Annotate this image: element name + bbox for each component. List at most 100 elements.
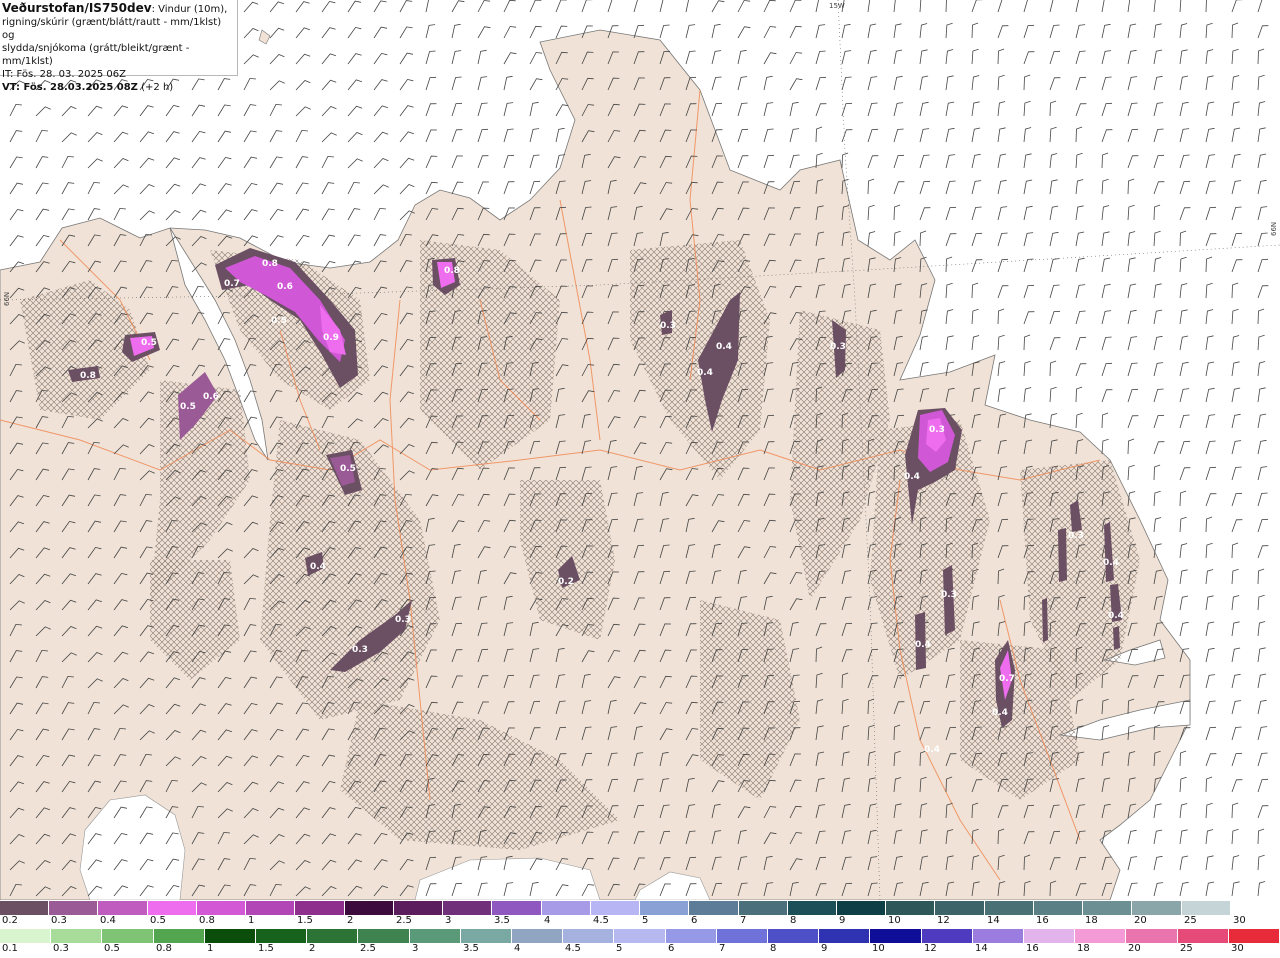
legend-label: 3.5	[463, 943, 479, 954]
legend-swatch	[344, 901, 394, 915]
legend-swatch	[1177, 929, 1229, 943]
legend-swatch	[768, 929, 820, 943]
legend-label: 7	[740, 915, 747, 926]
legend-swatch	[590, 901, 641, 915]
legend-label: 10	[872, 943, 885, 954]
precip-label: 0.2	[558, 577, 574, 587]
legend-swatch	[1126, 929, 1178, 943]
legend-swatch	[935, 901, 985, 915]
precip-label: 0.4	[915, 640, 931, 650]
precip-label: 0.3	[830, 342, 846, 352]
legend-label: 8	[790, 915, 797, 926]
legend-label: 20	[1134, 915, 1147, 926]
rain-legend-labels: 0.1 0.3 0.5 0.8 1 1.5 2 2.5 3 3.5 4 4.5 5 6 7 8 9 10 12 14 1…	[0, 943, 1280, 957]
legend-swatch	[738, 901, 788, 915]
legend-swatch	[98, 901, 148, 915]
legend-swatch	[563, 929, 615, 943]
grid-label-left: 66N	[3, 292, 11, 306]
legend-swatch	[1024, 929, 1076, 943]
legend-label: 5	[616, 943, 623, 954]
legend-label: 0.3	[53, 943, 69, 954]
legend-label: 25	[1180, 943, 1193, 954]
legend-swatch	[204, 929, 257, 943]
legend-swatch	[614, 929, 666, 943]
legend-label: 16	[1026, 943, 1039, 954]
legend-swatch	[460, 929, 513, 943]
legend-swatch	[886, 901, 936, 915]
precip-label: 0.7	[999, 674, 1015, 684]
legend-swatch	[102, 929, 154, 943]
snow-legend-labels: 0.2 0.3 0.4 0.5 0.8 1 1.5 2 2.5 3 3.5 4 4.5 5 6 7 8 9 10 12…	[0, 915, 1280, 929]
legend-swatch	[972, 929, 1025, 943]
legend-label: 0.5	[104, 943, 120, 954]
precip-label: 0.4	[697, 368, 713, 378]
precip-label: 0.4	[1108, 611, 1124, 621]
legend-swatch	[246, 901, 296, 915]
legend-label: 4.5	[593, 915, 609, 926]
legend-label: 5	[642, 915, 649, 926]
legend-label: 0.1	[2, 943, 18, 954]
legend-label: 7	[719, 943, 726, 954]
legend-swatch	[640, 901, 690, 915]
legend-label: 1.5	[258, 943, 274, 954]
precip-label: 0.4	[716, 342, 732, 352]
legend-swatch	[716, 929, 769, 943]
legend-label: 9	[821, 943, 828, 954]
legend-swatch	[307, 929, 359, 943]
legend-label: 6	[668, 943, 675, 954]
legend-label: 2.5	[360, 943, 376, 954]
legend-swatch	[49, 901, 99, 915]
legend-swatch	[1132, 901, 1182, 915]
legend-label: 8	[770, 943, 777, 954]
legend-label: 0.4	[100, 915, 116, 926]
precip-label: 0.4	[1103, 558, 1119, 568]
snow-color-legend	[0, 901, 1280, 915]
legend-swatch	[0, 901, 50, 915]
field-description: rigning/skúrir (grænt/blátt/rautt - mm/1…	[2, 17, 222, 41]
legend-label: 4.5	[565, 943, 581, 954]
legend-swatch	[819, 929, 871, 943]
precip-label: 0.3	[395, 615, 411, 625]
rain-color-legend	[0, 929, 1280, 943]
precip-label: 0.5	[180, 402, 196, 412]
precip-label: 0.3	[929, 425, 945, 435]
legend-label: 30	[1231, 943, 1244, 954]
field-description: slydda/snjókoma (grátt/bleikt/grænt - mm…	[2, 43, 190, 67]
legend-label: 2	[347, 915, 354, 926]
legend-swatch	[51, 929, 103, 943]
legend-swatch	[492, 901, 542, 915]
legend-swatch	[393, 901, 444, 915]
valid-time-offset: (+2 h)	[137, 82, 174, 93]
legend-swatch	[787, 901, 837, 915]
initial-time: IT: Fös. 28. 03. 2025 06Z	[2, 69, 126, 80]
legend-swatch	[1230, 901, 1280, 915]
legend-swatch	[836, 901, 887, 915]
legend-swatch	[1228, 929, 1280, 943]
precip-label: 0.5	[340, 464, 356, 474]
precip-label: 0.8	[262, 259, 278, 269]
legend-swatch	[1083, 901, 1133, 915]
legend-label: 4	[514, 943, 521, 954]
model-source: Veðurstofan/IS750dev	[2, 1, 152, 15]
legend-label: 16	[1036, 915, 1049, 926]
legend-swatch	[0, 929, 52, 943]
legend-swatch	[921, 929, 973, 943]
legend-swatch	[665, 929, 717, 943]
legend-label: 0.3	[51, 915, 67, 926]
legend-label: 18	[1077, 943, 1090, 954]
legend-label: 18	[1085, 915, 1098, 926]
precip-label: 0.5	[271, 316, 287, 326]
legend-swatch	[196, 901, 247, 915]
valid-time: VT: Fös. 28.03.2025 08Z	[2, 82, 138, 93]
legend-label: 1	[248, 915, 255, 926]
precip-label: 0.4	[310, 562, 326, 572]
grid-label-right: 66N	[1270, 222, 1278, 236]
legend-swatch	[541, 901, 591, 915]
legend-label: 3.5	[494, 915, 510, 926]
legend-swatch	[1033, 901, 1084, 915]
legend-label: 10	[888, 915, 901, 926]
legend-swatch	[409, 929, 461, 943]
legend-label: 2	[309, 943, 316, 954]
weather-map: 15W 66N 66N 0.8 0.7 0.6 0.5 0.9 0.8 0.5 …	[0, 0, 1280, 900]
legend-swatch	[984, 901, 1034, 915]
